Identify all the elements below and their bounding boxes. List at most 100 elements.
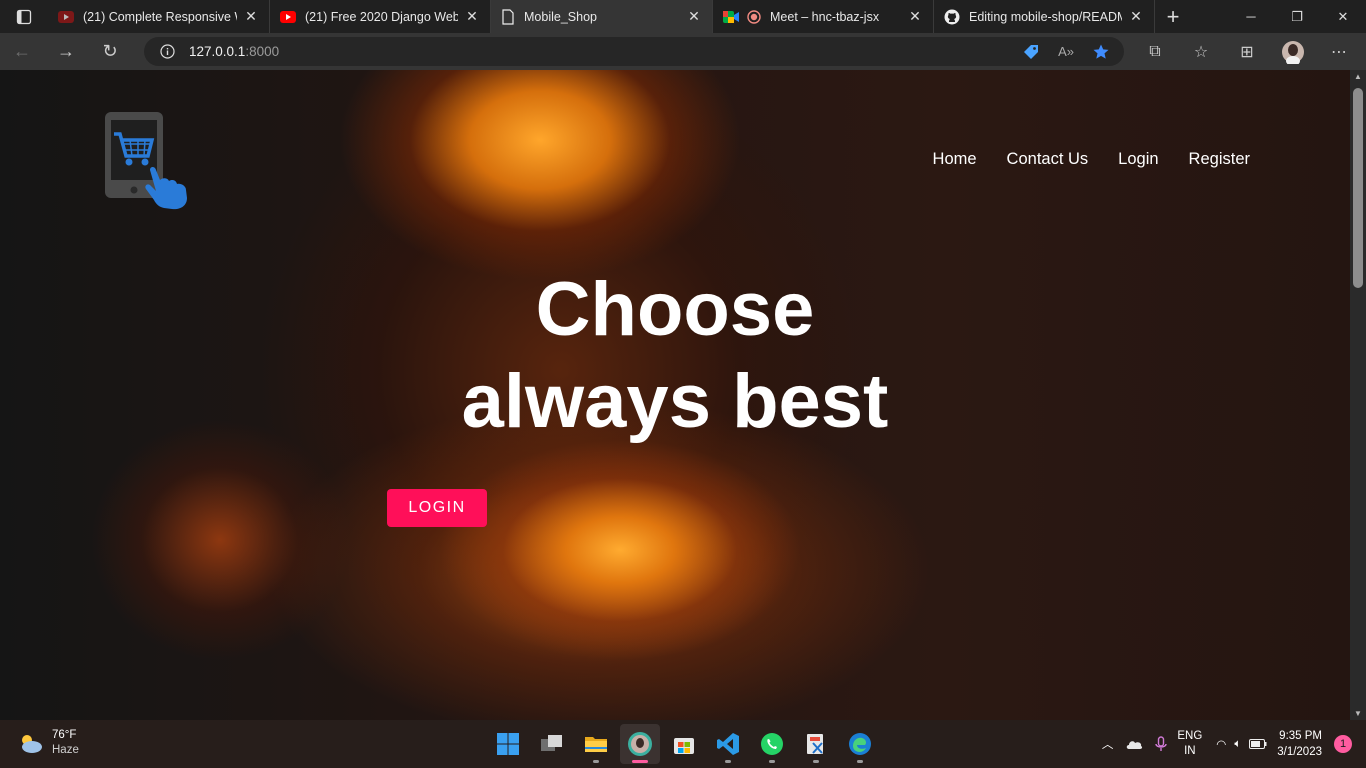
browser-tab[interactable]: Meet – hnc-tbaz-jsx ✕ (713, 0, 934, 33)
new-tab-button[interactable]: + (1155, 0, 1191, 33)
window-controls: ─ ❐ ✕ (1228, 0, 1366, 33)
clock-date: 3/1/2023 (1277, 746, 1322, 758)
clock[interactable]: 9:35 PM 3/1/2023 (1277, 728, 1322, 760)
close-tab-icon[interactable]: ✕ (1128, 8, 1144, 25)
chevron-up-icon[interactable]: ︿ (1102, 736, 1114, 752)
arrow-left-icon: ← (13, 41, 31, 61)
store-button[interactable] (664, 724, 704, 764)
weather-text: 76°F Haze (44, 728, 79, 758)
close-tab-icon[interactable]: ✕ (243, 8, 259, 25)
weather-widget[interactable]: 76°F Haze (16, 728, 79, 758)
site-nav: Home Contact Us Login Register (933, 150, 1250, 169)
info-icon (160, 44, 175, 59)
toolbar-right: ⧉ ☆ ⊞ ⋯ (1132, 40, 1362, 64)
nav-contact-link[interactable]: Contact Us (1007, 150, 1089, 169)
task-view-button[interactable] (532, 724, 572, 764)
favorite-star-icon[interactable] (1092, 43, 1110, 61)
language-indicator[interactable]: ENG IN (1177, 729, 1202, 759)
restore-button[interactable]: ❐ (1274, 0, 1320, 33)
nav-home-link[interactable]: Home (933, 150, 977, 169)
youtube-icon (280, 10, 296, 23)
plus-icon: + (1166, 3, 1180, 29)
collections-icon[interactable]: ⊞ (1224, 42, 1270, 62)
forward-button[interactable]: → (44, 41, 88, 62)
scroll-up-arrow[interactable]: ▲ (1350, 72, 1366, 81)
running-indicator (857, 760, 863, 763)
onedrive-icon[interactable] (1125, 738, 1143, 750)
youtube-icon (58, 10, 74, 23)
browser-toolbar: ← → ↻ 127.0.0.1:8000 A» ⧉ ☆ ⊞ ⋯ (0, 33, 1366, 70)
github-icon (944, 9, 960, 24)
close-tab-icon[interactable]: ✕ (686, 8, 702, 25)
snipping-tool-icon (807, 734, 823, 754)
nav-register-link[interactable]: Register (1189, 150, 1250, 169)
tab-title: Mobile_Shop (524, 9, 597, 24)
whatsapp-button[interactable] (752, 724, 792, 764)
browser-tab[interactable]: (21) Complete Responsive We ✕ (48, 0, 270, 33)
refresh-icon: ↻ (102, 41, 118, 61)
battery-icon[interactable] (1249, 739, 1267, 749)
region-code: IN (1184, 745, 1196, 757)
nav-login-link[interactable]: Login (1118, 150, 1158, 169)
favorites-icon[interactable]: ☆ (1178, 42, 1224, 62)
read-aloud-icon[interactable]: A» (1058, 44, 1074, 59)
start-button[interactable] (488, 724, 528, 764)
store-icon (674, 738, 694, 754)
edge-icon (849, 733, 871, 755)
volume-icon[interactable]: 🔈︎ (1234, 738, 1241, 751)
page-icon (502, 8, 514, 25)
tab-actions-button[interactable] (0, 0, 48, 33)
task-view-icon (541, 735, 562, 751)
scroll-thumb[interactable] (1353, 88, 1363, 288)
url-port: :8000 (245, 44, 280, 59)
windows-taskbar: 76°F Haze ︿ ENG IN ◠ 🔈︎ 9:35 PM 3/1/2023… (0, 720, 1366, 768)
tab-actions-icon (16, 9, 32, 24)
wifi-icon[interactable]: ◠ (1216, 737, 1226, 751)
windows-logo-icon (497, 733, 519, 755)
more-menu-icon[interactable]: ⋯ (1316, 42, 1362, 62)
weather-condition: Haze (52, 744, 79, 756)
tab-strip: (21) Complete Responsive We ✕ (21) Free … (0, 0, 1366, 33)
edge-profile-button[interactable] (620, 724, 660, 764)
running-indicator (813, 760, 819, 763)
notification-badge[interactable]: 1 (1334, 735, 1352, 753)
hero-heading-line1: Choose (535, 267, 815, 352)
close-tab-icon[interactable]: ✕ (464, 8, 480, 25)
browser-tab[interactable]: (21) Free 2020 Django Websit ✕ (270, 0, 491, 33)
browser-tab-active[interactable]: Mobile_Shop ✕ (491, 0, 713, 33)
vscode-button[interactable] (708, 724, 748, 764)
microphone-icon[interactable] (1155, 736, 1168, 752)
browser-tab[interactable]: Editing mobile-shop/READMI ✕ (934, 0, 1155, 33)
hero-heading-line2: always best (461, 359, 889, 444)
page-scrollbar[interactable]: ▲ ▼ (1350, 70, 1366, 720)
close-tab-icon[interactable]: ✕ (907, 8, 923, 25)
snipping-tool-button[interactable] (796, 724, 836, 764)
shopping-tag-icon[interactable] (1022, 43, 1040, 61)
address-bar-actions: A» (1022, 43, 1124, 61)
whatsapp-icon (761, 733, 783, 755)
close-window-button[interactable]: ✕ (1320, 0, 1366, 33)
edge-button[interactable] (840, 724, 880, 764)
clock-time: 9:35 PM (1279, 730, 1322, 742)
weather-haze-icon (22, 735, 42, 753)
extensions-icon[interactable]: ⧉ (1132, 43, 1178, 61)
shop-logo[interactable] (102, 110, 202, 212)
running-indicator (725, 760, 731, 763)
running-indicator (769, 760, 775, 763)
meet-icon (723, 10, 739, 23)
tab-title: Editing mobile-shop/READMI (969, 9, 1122, 24)
refresh-button[interactable]: ↻ (88, 41, 132, 62)
scroll-down-arrow[interactable]: ▼ (1350, 709, 1366, 718)
file-explorer-button[interactable] (576, 724, 616, 764)
url-text: 127.0.0.1:8000 (189, 44, 279, 59)
back-button[interactable]: ← (0, 41, 44, 62)
system-tray: ︿ ENG IN ◠ 🔈︎ 9:35 PM 3/1/2023 1 (1102, 720, 1352, 768)
profile-avatar[interactable] (1270, 40, 1316, 64)
vscode-icon (717, 733, 739, 755)
arrow-right-icon: → (57, 41, 75, 61)
language-code: ENG (1177, 730, 1203, 742)
minimize-button[interactable]: ─ (1228, 0, 1274, 33)
address-bar[interactable]: 127.0.0.1:8000 A» (144, 37, 1124, 66)
login-button[interactable]: LOGIN (387, 489, 487, 527)
tab-title: (21) Free 2020 Django Websit (305, 9, 458, 24)
